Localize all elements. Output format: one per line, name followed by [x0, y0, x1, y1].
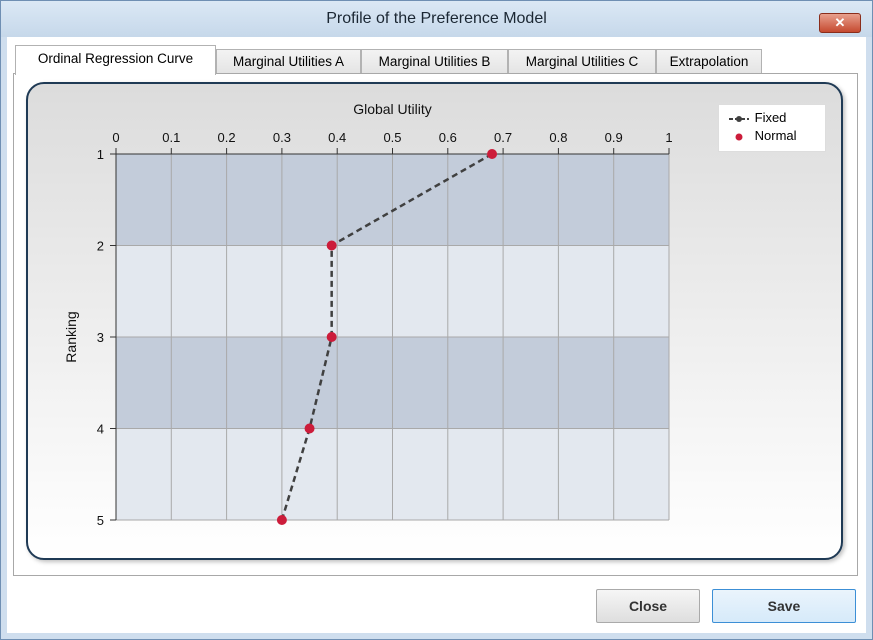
x-tick-label: 0.8 [549, 130, 567, 145]
y-tick-label: 5 [97, 513, 104, 528]
y-tick-label: 3 [97, 330, 104, 345]
window-title: Profile of the Preference Model [326, 10, 547, 27]
x-tick-label: 0.9 [605, 130, 623, 145]
tab-panel: 0 0.1 0.2 0.3 0.4 0.5 0.6 0.7 0.8 0.9 1 1 2 3 4 5 Global… [13, 73, 858, 576]
x-axis-title: Global Utility [353, 101, 432, 117]
client-area: Ordinal Regression Curve Marginal Utilit… [7, 37, 866, 633]
x-tick-label: 1 [665, 130, 672, 145]
tab-marginal-utilities-c[interactable]: Marginal Utilities C [508, 49, 656, 75]
x-tick-label: 0.5 [383, 130, 401, 145]
legend-item-fixed: Fixed [727, 110, 786, 126]
tab-extrapolation[interactable]: Extrapolation [656, 49, 762, 75]
x-tick-label: 0.3 [273, 130, 291, 145]
x-tick-label: 0.6 [439, 130, 457, 145]
y-axis-title: Ranking [63, 311, 79, 362]
save-button[interactable]: Save [712, 589, 856, 623]
x-tick-label: 0.4 [328, 130, 346, 145]
tab-marginal-utilities-b[interactable]: Marginal Utilities B [361, 49, 508, 75]
legend-label-normal: Normal [754, 128, 797, 143]
legend-label-fixed: Fixed [754, 110, 787, 125]
data-point-normal [276, 515, 287, 525]
data-point-normal [487, 149, 498, 159]
y-tick-label: 4 [97, 422, 104, 437]
dot-marker-icon [735, 133, 743, 141]
dashed-line-marker-icon [729, 115, 749, 122]
x-tick-label: 0.7 [494, 130, 512, 145]
ordinal-regression-chart: 0 0.1 0.2 0.3 0.4 0.5 0.6 0.7 0.8 0.9 1 1 2 3 4 5 Global… [63, 101, 673, 528]
chart-frame: 0 0.1 0.2 0.3 0.4 0.5 0.6 0.7 0.8 0.9 1 1 2 3 4 5 Global… [26, 82, 843, 560]
x-tick-label: 0.1 [162, 130, 180, 145]
close-button[interactable]: Close [596, 589, 700, 623]
y-tick-label: 1 [97, 147, 104, 162]
x-tick-label: 0.2 [218, 130, 236, 145]
close-window-button[interactable]: ✕ [819, 13, 861, 33]
data-point-normal [326, 240, 337, 251]
title-bar[interactable]: Profile of the Preference Model ✕ [1, 1, 872, 37]
y-tick-label: 2 [97, 239, 104, 254]
chart-legend: Fixed Normal [718, 104, 826, 152]
data-point-normal [304, 423, 315, 434]
tab-ordinal-regression-curve[interactable]: Ordinal Regression Curve [15, 45, 216, 75]
dialog-window: Profile of the Preference Model ✕ Ordina… [0, 0, 873, 640]
tab-marginal-utilities-a[interactable]: Marginal Utilities A [216, 49, 361, 75]
legend-item-normal: Normal [727, 128, 797, 144]
x-tick-label: 0 [112, 130, 119, 145]
data-point-normal [326, 332, 337, 342]
